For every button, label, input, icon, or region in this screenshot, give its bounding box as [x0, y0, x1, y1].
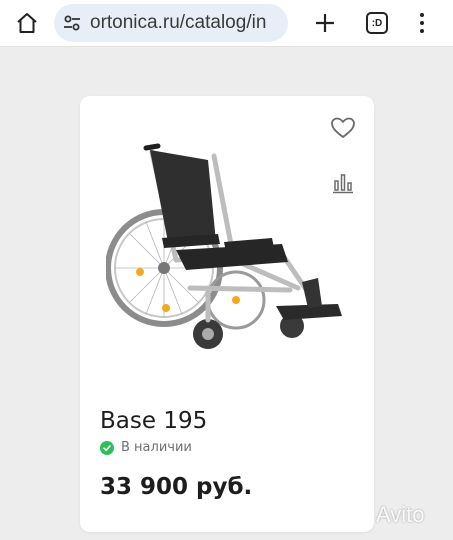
tabs-button[interactable]: :D: [366, 12, 388, 34]
availability-label: В наличии: [121, 440, 192, 455]
home-button[interactable]: [14, 10, 40, 36]
plus-icon: [316, 14, 334, 32]
home-icon: [17, 13, 37, 33]
site-settings-icon: [64, 15, 80, 31]
product-card[interactable]: Base 195 В наличии 33 900 руб.: [80, 96, 374, 532]
new-tab-button[interactable]: [311, 9, 339, 37]
availability: В наличии: [100, 440, 192, 455]
watermark-text: Avito: [376, 502, 425, 527]
product-image[interactable]: [106, 138, 346, 368]
browser-toolbar: ortonica.ru/catalog/in :D: [0, 0, 453, 47]
avito-logo-icon: [347, 504, 369, 525]
heart-icon: [331, 117, 355, 138]
address-bar[interactable]: ortonica.ru/catalog/in: [54, 4, 288, 42]
product-name[interactable]: Base 195: [100, 408, 207, 434]
check-circle-icon: [100, 440, 114, 455]
avito-watermark: Avito: [346, 500, 446, 530]
more-vert-icon[interactable]: [412, 9, 432, 37]
site-settings-button[interactable]: [62, 13, 82, 33]
product-price: 33 900 руб.: [100, 474, 253, 500]
favorite-button[interactable]: [330, 116, 356, 140]
tabs-icon: :D: [371, 17, 383, 29]
url-text[interactable]: ortonica.ru/catalog/in: [90, 12, 286, 34]
